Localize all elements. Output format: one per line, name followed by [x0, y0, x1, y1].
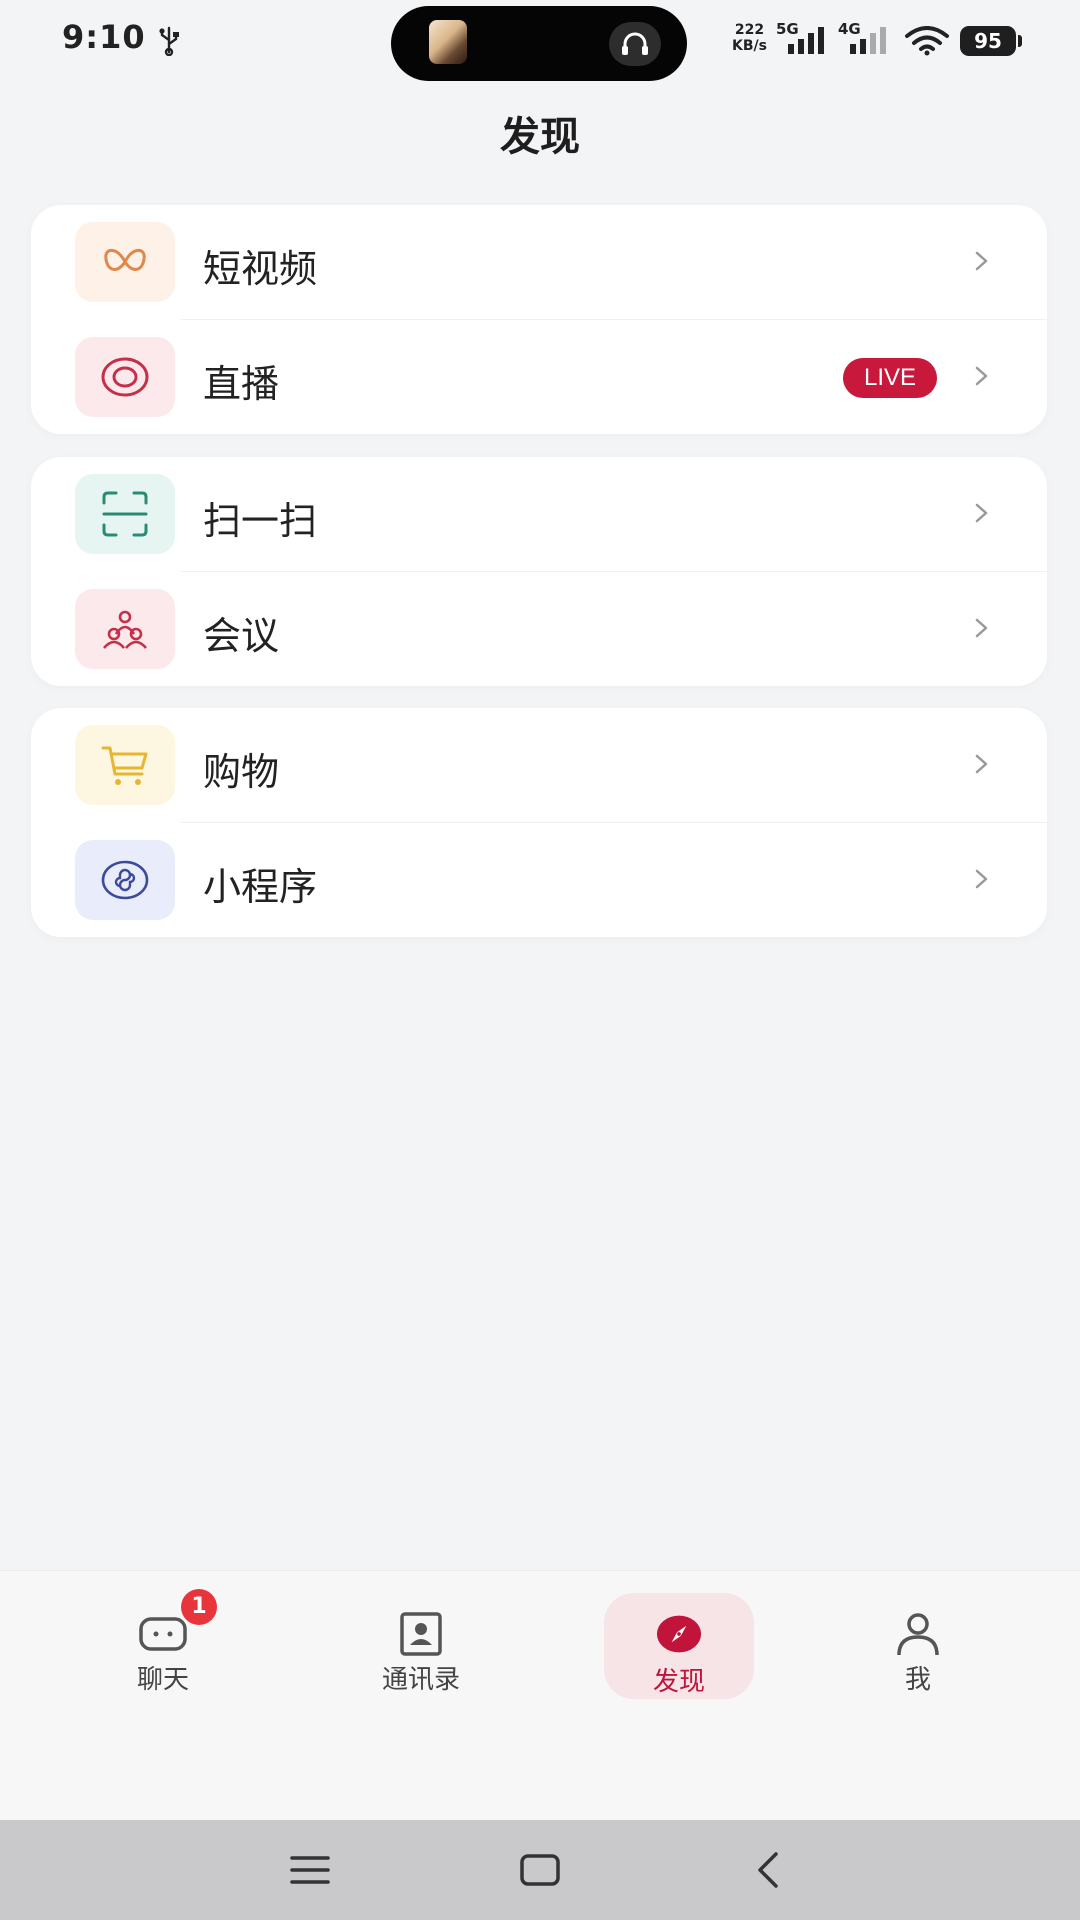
tab-me[interactable]: 我: [843, 1589, 993, 1695]
network-speed: 222 KB/s: [732, 22, 767, 54]
dynamic-island[interactable]: [391, 6, 687, 81]
butterfly-icon: [104, 248, 146, 271]
short-video-icon-box: [75, 222, 175, 302]
media-thumbnail: [429, 20, 467, 64]
menu-icon[interactable]: [288, 1850, 332, 1890]
menu-item-short-video[interactable]: 短视频: [31, 205, 1047, 319]
bottom-tab-bar: 1 聊天 通讯录 发现 我: [0, 1570, 1080, 1821]
menu-item-mini-program[interactable]: 小程序: [31, 823, 1047, 937]
menu-item-meeting[interactable]: 会议: [31, 572, 1047, 686]
signal-4g-icon: [850, 27, 886, 54]
usb-icon: [159, 26, 179, 56]
meeting-icon-box: [75, 589, 175, 669]
cart-icon: [101, 746, 148, 785]
tab-contacts[interactable]: 通讯录: [346, 1589, 496, 1695]
menu-group-media: 短视频 直播 LIVE: [31, 205, 1047, 434]
discover-screen: 9:10 222 KB/s 5G 4G 95 发现 短视频 直播 LIVE 扫一…: [0, 0, 1080, 1920]
headphone-icon: [609, 22, 661, 66]
network-speed-value: 222: [734, 22, 765, 38]
scan-icon-box: [75, 474, 175, 554]
menu-label-short-video: 短视频: [203, 247, 318, 291]
scan-icon: [102, 491, 148, 537]
battery-indicator: 95: [960, 26, 1016, 56]
tab-label-me: 我: [904, 1665, 931, 1695]
menu-item-live[interactable]: 直播 LIVE: [31, 320, 1047, 434]
tab-label-discover: 发现: [652, 1667, 705, 1697]
status-time: 9:10: [62, 18, 146, 56]
status-bar: 9:10 222 KB/s 5G 4G 95: [0, 0, 1080, 84]
tab-label-contacts: 通讯录: [381, 1665, 460, 1695]
live-badge: LIVE: [843, 358, 937, 398]
mini-program-icon: [101, 860, 149, 900]
chevron-right-icon: [975, 618, 988, 638]
network-speed-unit: KB/s: [732, 38, 767, 54]
unread-badge: 1: [181, 1589, 217, 1625]
chevron-right-icon: [975, 366, 988, 386]
system-nav-bar: [0, 1820, 1080, 1920]
menu-label-scan: 扫一扫: [203, 499, 318, 543]
back-icon[interactable]: [748, 1850, 792, 1890]
tab-chat[interactable]: 1 聊天: [88, 1589, 238, 1695]
menu-group-services: 购物 小程序: [31, 708, 1047, 937]
battery-tip: [1018, 35, 1022, 47]
wifi-icon: [905, 26, 949, 56]
tab-discover[interactable]: 发现: [604, 1593, 754, 1699]
signal-5g-icon: [788, 27, 824, 54]
chevron-right-icon: [975, 869, 988, 889]
contacts-icon: [400, 1612, 442, 1656]
live-ring-icon: [101, 357, 149, 397]
person-icon: [897, 1613, 939, 1656]
menu-label-shopping: 购物: [203, 750, 280, 794]
meeting-icon: [103, 610, 147, 649]
chevron-right-icon: [975, 251, 988, 271]
menu-label-mini-program: 小程序: [203, 865, 318, 909]
menu-item-scan[interactable]: 扫一扫: [31, 457, 1047, 571]
menu-label-live: 直播: [203, 362, 280, 406]
mini-program-icon-box: [75, 840, 175, 920]
home-icon[interactable]: [518, 1850, 562, 1890]
chat-icon: [139, 1617, 187, 1651]
tab-label-chat: 聊天: [136, 1665, 189, 1695]
chevron-right-icon: [975, 754, 988, 774]
compass-icon: [656, 1615, 702, 1653]
page-title: 发现: [500, 114, 580, 160]
menu-item-shopping[interactable]: 购物: [31, 708, 1047, 822]
menu-group-tools: 扫一扫 会议: [31, 457, 1047, 686]
menu-label-meeting: 会议: [203, 614, 280, 658]
shopping-icon-box: [75, 725, 175, 805]
live-icon-box: [75, 337, 175, 417]
chevron-right-icon: [975, 503, 988, 523]
